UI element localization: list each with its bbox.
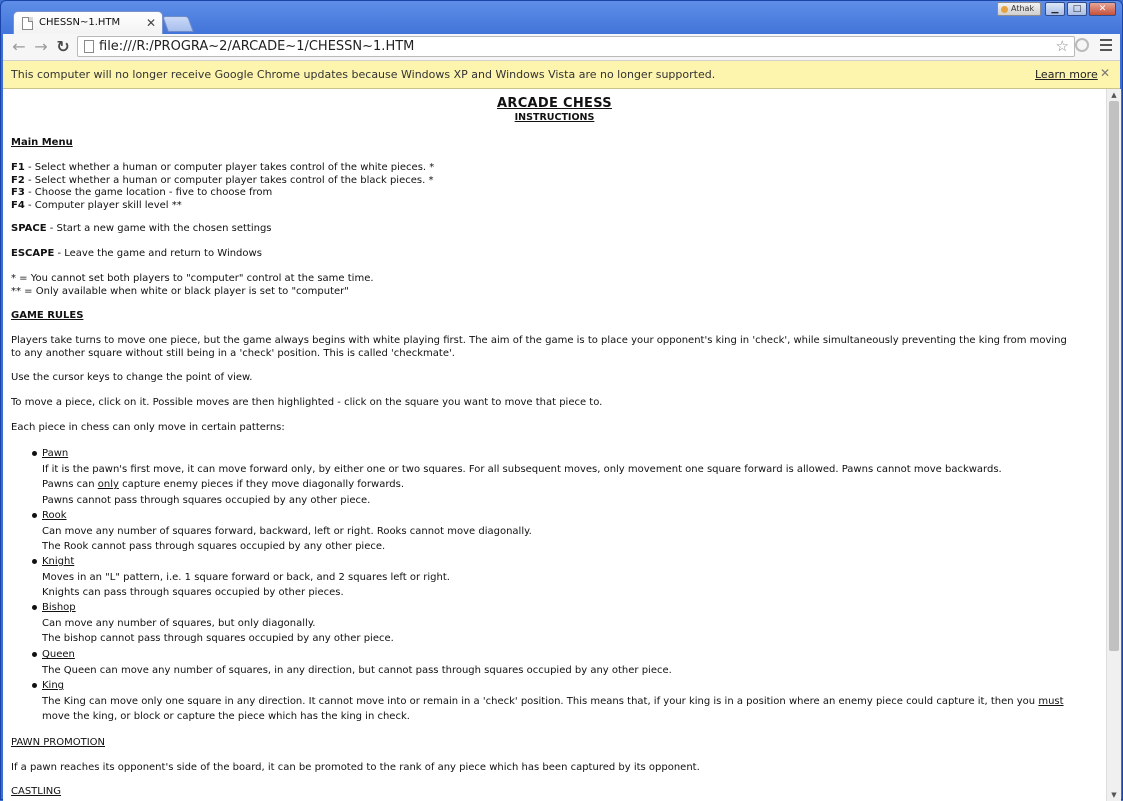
list-item-queen: Queen The Queen can move any number of s… xyxy=(42,649,672,676)
close-window-button[interactable]: ✕ xyxy=(1089,2,1116,16)
rules-paragraph-2: Use the cursor keys to change the point … xyxy=(11,372,253,383)
key-f4: F4 - Computer player skill level ** xyxy=(11,199,182,211)
pawn-promotion-text: If a pawn reaches its opponent's side of… xyxy=(11,762,700,773)
key-list: F1 - Select whether a human or computer … xyxy=(11,162,1101,212)
back-icon[interactable]: ← xyxy=(9,37,29,57)
main-menu-heading: Main Menu xyxy=(11,137,73,148)
vertical-scrollbar[interactable]: ▲ ▼ xyxy=(1106,89,1121,801)
page-icon xyxy=(84,40,94,53)
reload-icon[interactable]: ↻ xyxy=(53,37,73,57)
key-escape: ESCAPE - Leave the game and return to Wi… xyxy=(11,248,262,259)
tab-strip: CHESSN~1.HTM ✕ Athak ▁ □ ✕ xyxy=(1,1,1122,35)
minimize-button[interactable]: ▁ xyxy=(1045,2,1065,16)
url-text[interactable]: file:///R:/PROGRA~2/ARCADE~1/CHESSN~1.HT… xyxy=(99,39,414,54)
game-rules-heading: GAME RULES xyxy=(11,310,84,321)
bullet-icon xyxy=(32,605,37,610)
maximize-button[interactable]: □ xyxy=(1067,2,1087,16)
bookmark-star-icon[interactable]: ☆ xyxy=(1056,37,1069,55)
bullet-icon xyxy=(32,652,37,657)
rules-paragraph-3: To move a piece, click on it. Possible m… xyxy=(11,397,603,408)
bullet-icon xyxy=(32,683,37,688)
list-item-rook: Rook Can move any number of squares forw… xyxy=(42,510,532,552)
list-item-bishop: Bishop Can move any number of squares, b… xyxy=(42,602,394,644)
castling-heading: CASTLING xyxy=(11,786,62,797)
rules-paragraph-4: Each piece in chess can only move in cer… xyxy=(11,422,285,433)
page-icon xyxy=(22,17,33,30)
list-item-king: King The King can move only one square i… xyxy=(42,680,1064,722)
footnotes: * = You cannot set both players to "comp… xyxy=(11,273,1101,298)
pawn-promotion-heading: PAWN PROMOTION xyxy=(11,737,105,748)
tab-title: CHESSN~1.HTM xyxy=(39,17,121,28)
bullet-icon xyxy=(32,513,37,518)
list-item-pawn: Pawn If it is the pawn's first move, it … xyxy=(42,448,1002,506)
bullet-icon xyxy=(32,559,37,564)
list-item-knight: Knight Moves in an "L" pattern, i.e. 1 s… xyxy=(42,556,450,598)
scroll-up-icon[interactable]: ▲ xyxy=(1107,89,1121,101)
infobar-message: This computer will no longer receive Goo… xyxy=(11,68,716,81)
scroll-down-icon[interactable]: ▼ xyxy=(1107,789,1121,801)
browser-window: CHESSN~1.HTM ✕ Athak ▁ □ ✕ ← → ↻ file://… xyxy=(0,0,1123,801)
infobar-close-icon[interactable]: ✕ xyxy=(1100,66,1110,80)
forward-icon[interactable]: → xyxy=(31,37,51,57)
footnote-1: * = You cannot set both players to "comp… xyxy=(11,273,374,284)
new-tab-button[interactable] xyxy=(162,16,194,32)
bullet-icon xyxy=(32,451,37,456)
address-bar[interactable]: file:///R:/PROGRA~2/ARCADE~1/CHESSN~1.HT… xyxy=(77,36,1075,57)
page-content: ARCADE CHESS INSTRUCTIONS Main Menu F1 -… xyxy=(3,89,1106,801)
extension-icon[interactable] xyxy=(1075,38,1089,52)
key-f2: F2 - Select whether a human or computer … xyxy=(11,174,434,186)
tab-close-icon[interactable]: ✕ xyxy=(146,15,156,31)
rules-paragraph-1: Players take turns to move one piece, bu… xyxy=(11,335,1067,359)
scroll-thumb[interactable] xyxy=(1109,101,1119,651)
key-f3: F3 - Choose the game location - five to … xyxy=(11,187,273,198)
tab-chess-instructions[interactable]: CHESSN~1.HTM ✕ xyxy=(13,11,163,35)
footnote-2: ** = Only available when white or black … xyxy=(11,285,349,297)
key-space: SPACE - Start a new game with the chosen… xyxy=(11,223,272,234)
update-infobar: This computer will no longer receive Goo… xyxy=(3,61,1120,89)
menu-icon[interactable] xyxy=(1100,39,1112,54)
toolbar: ← → ↻ file:///R:/PROGRA~2/ARCADE~1/CHESS… xyxy=(3,34,1120,61)
page-title: ARCADE CHESS xyxy=(497,96,612,111)
user-badge[interactable]: Athak xyxy=(997,2,1041,16)
learn-more-link[interactable]: Learn more xyxy=(1035,68,1098,81)
page-subtitle: INSTRUCTIONS xyxy=(514,112,595,123)
key-f1: F1 - Select whether a human or computer … xyxy=(11,162,435,173)
